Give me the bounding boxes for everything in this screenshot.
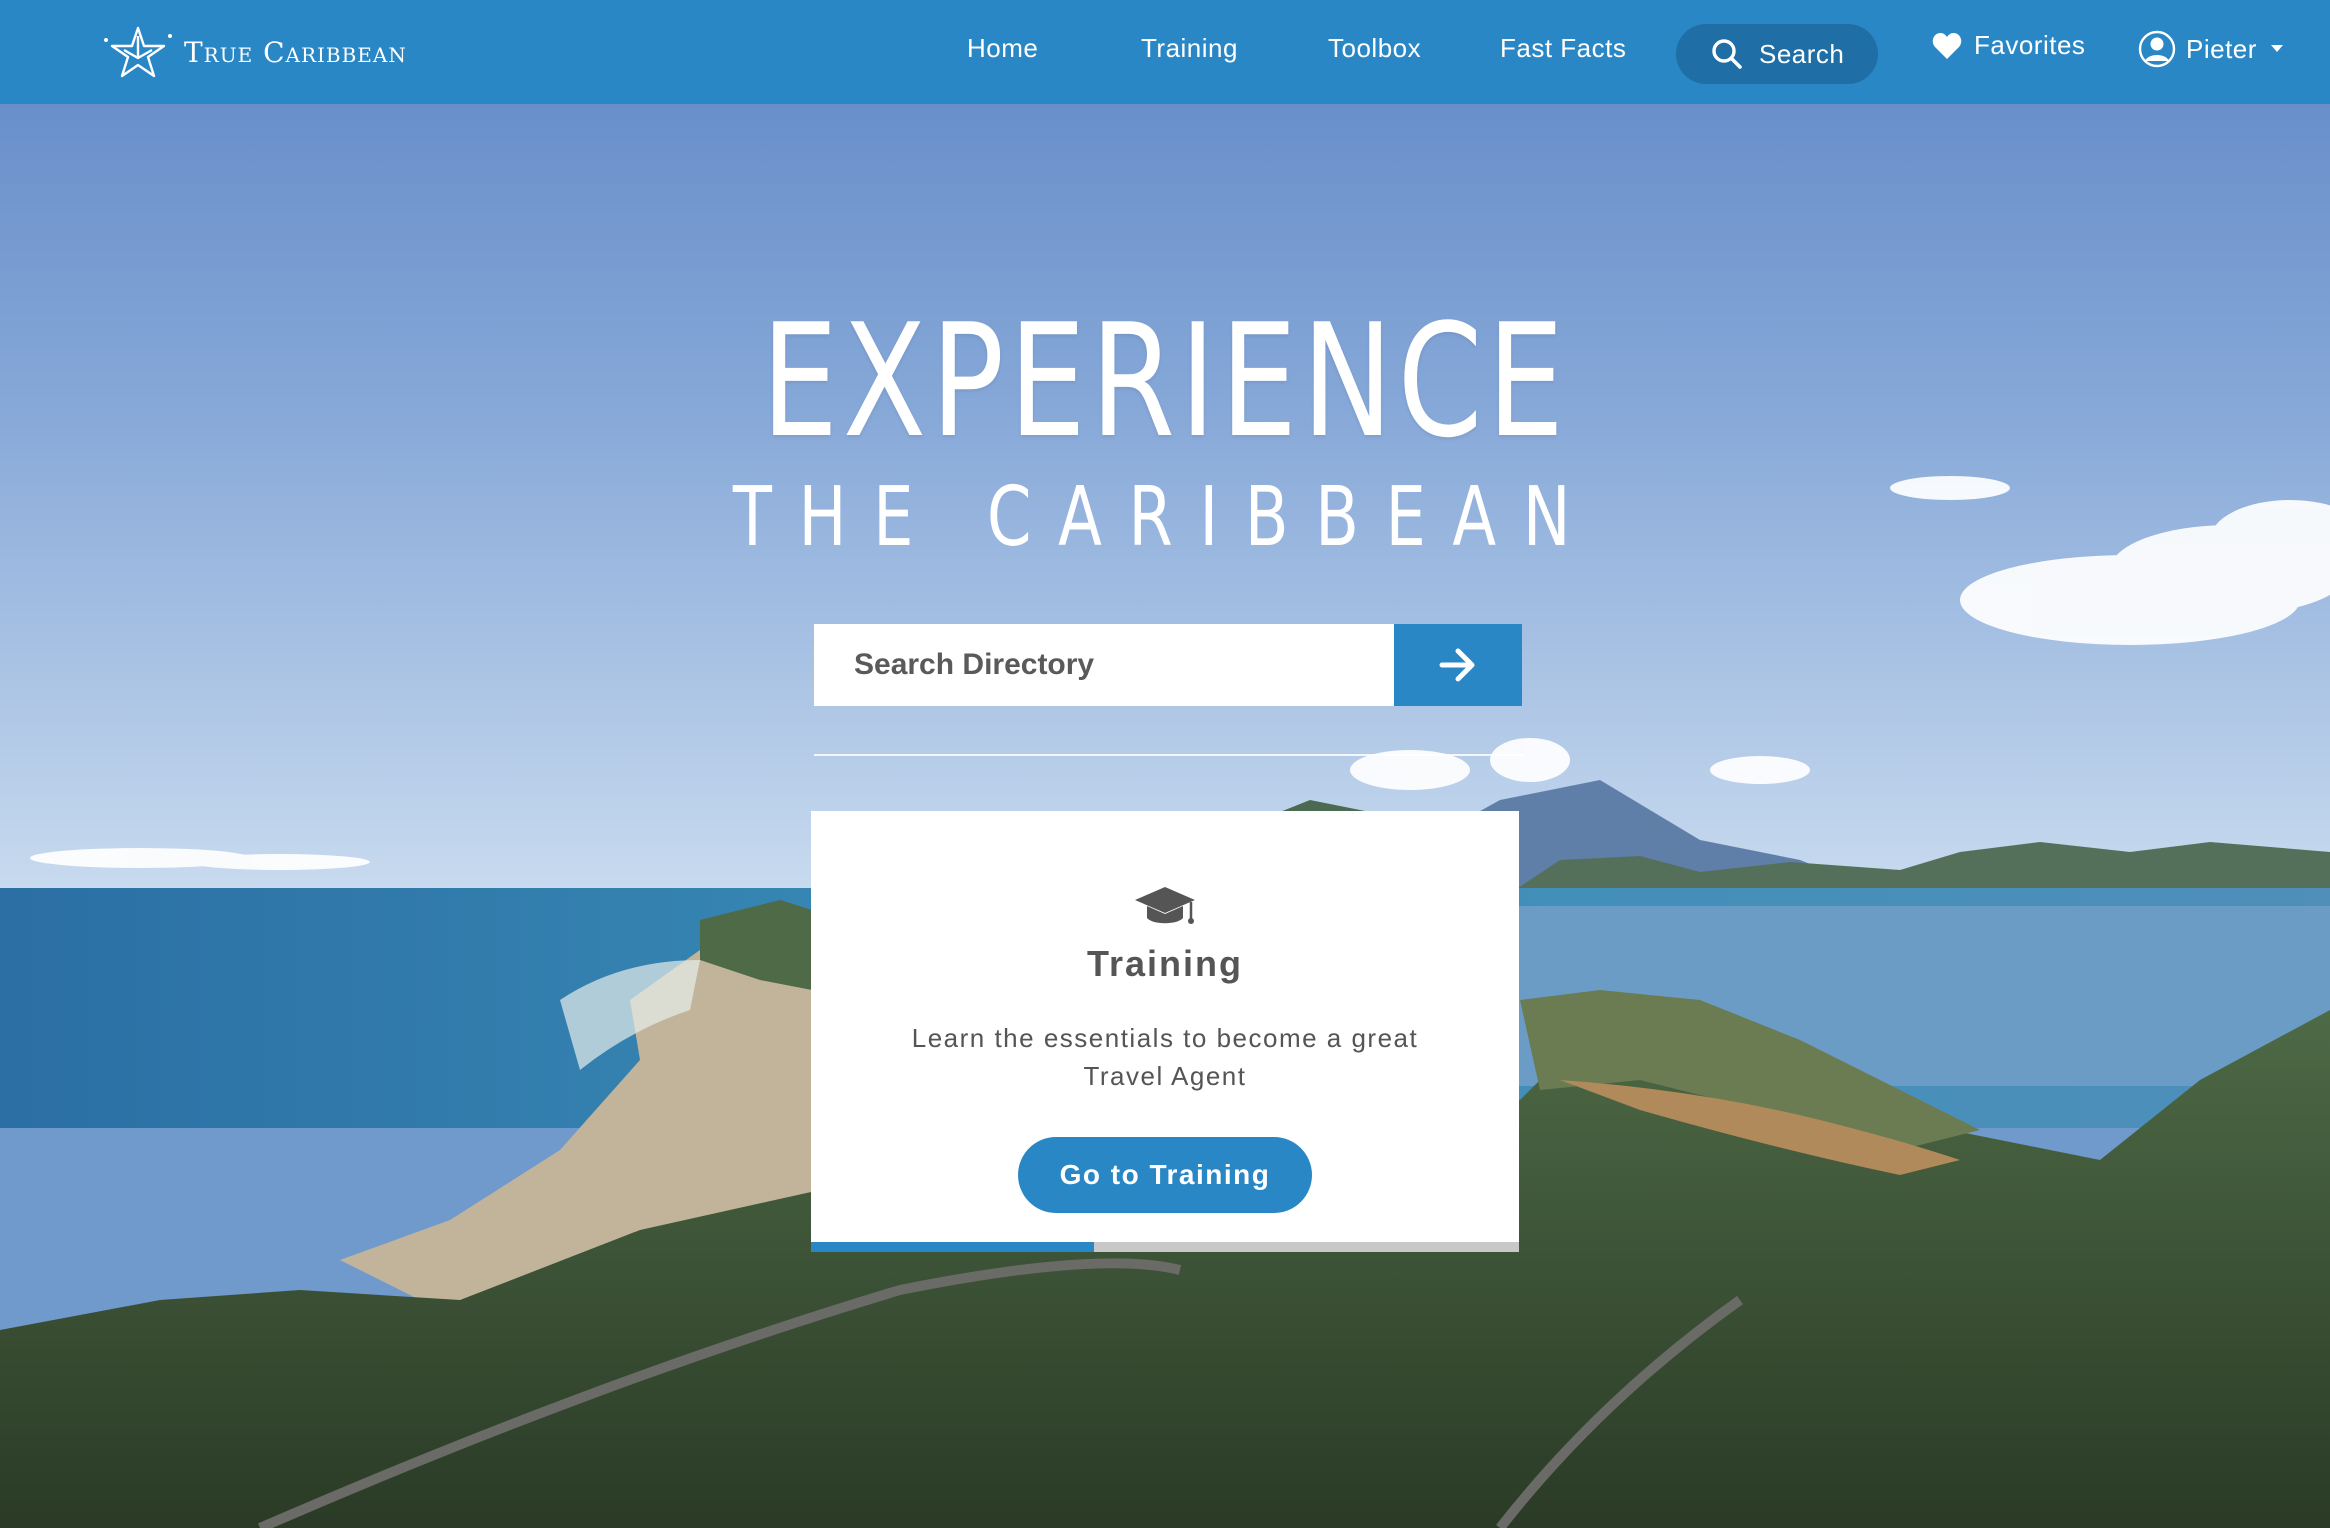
nav-link-home[interactable]: Home (967, 33, 1038, 64)
starfish-logo-icon (104, 26, 172, 78)
divider (814, 754, 1524, 756)
hero-headline: EXPERIENCE (761, 290, 1569, 472)
brand[interactable]: True Caribbean (98, 22, 407, 82)
nav-search-button[interactable]: Search (1676, 24, 1878, 84)
graduation-cap-icon (1135, 887, 1195, 924)
nav-favorites-link[interactable]: Favorites (1932, 30, 2085, 61)
training-progress-bar (811, 1242, 1519, 1252)
nav-favorites-label: Favorites (1974, 30, 2086, 60)
search-icon (1712, 39, 1742, 69)
training-progress-fill (811, 1242, 1095, 1252)
user-name: Pieter (2186, 33, 2257, 64)
nav-search-label: Search (1759, 38, 1845, 69)
user-icon (2138, 30, 2176, 68)
user-menu-toggle[interactable]: Pieter (2138, 30, 2283, 68)
card-description: Learn the essentials to become a great T… (911, 1023, 1419, 1091)
hero-background-image (0, 0, 2330, 1528)
caret-down-icon (2270, 45, 2283, 52)
nav-link-fast-facts[interactable]: Fast Facts (1500, 33, 1626, 64)
arrow-right-icon (1439, 648, 1475, 682)
training-card: Training Learn the essentials to become … (811, 811, 1519, 1252)
card-title: Training (1086, 943, 1243, 984)
brand-name: True Caribbean (184, 35, 407, 69)
heart-icon (1932, 32, 1962, 59)
nav-link-training[interactable]: Training (1141, 33, 1238, 64)
search-directory-submit-button[interactable] (1394, 624, 1522, 706)
search-directory-box (814, 624, 1394, 706)
hero-subheadline: THE CARIBBEAN (732, 470, 1598, 565)
nav-link-toolbox[interactable]: Toolbox (1328, 33, 1421, 64)
search-directory-input[interactable] (852, 647, 1394, 683)
go-to-training-button[interactable]: Go to Training (1018, 1137, 1312, 1213)
top-navigation-bar: True Caribbean Home Training Toolbox Fas… (0, 0, 2330, 104)
